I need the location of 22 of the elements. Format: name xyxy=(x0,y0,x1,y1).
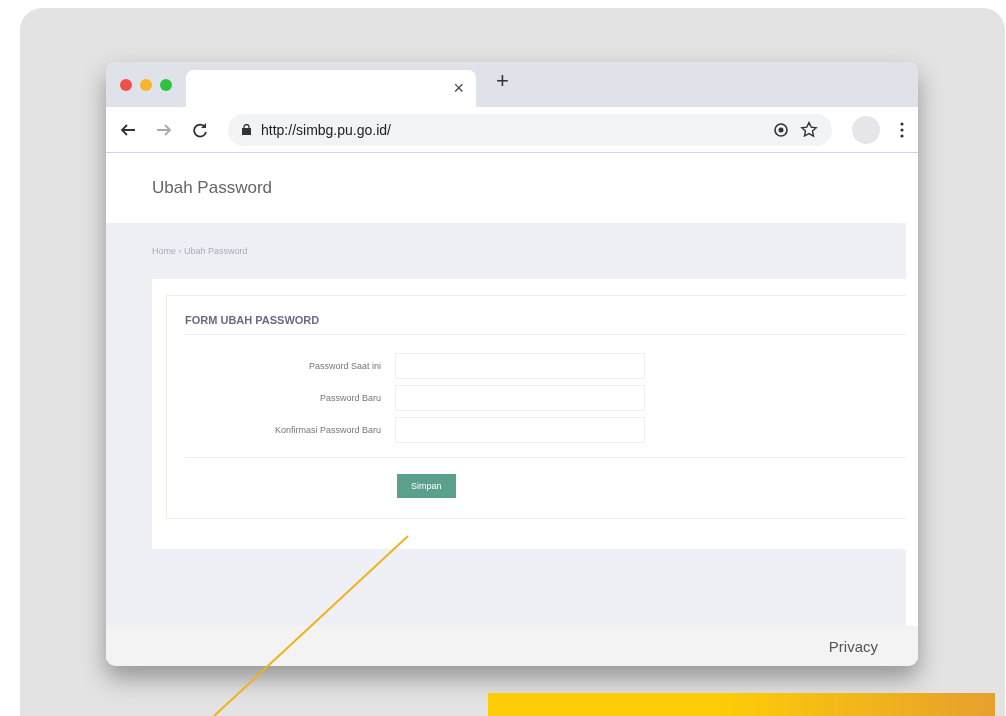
back-icon[interactable] xyxy=(120,121,136,138)
address-bar[interactable]: http://simbg.pu.go.id/ xyxy=(228,113,832,146)
forward-icon[interactable] xyxy=(156,121,172,138)
lock-icon xyxy=(242,124,251,135)
field-label: Konfirmasi Password Baru xyxy=(273,425,381,435)
reload-icon[interactable] xyxy=(192,121,208,138)
profile-avatar[interactable] xyxy=(852,115,880,144)
minimize-window-icon[interactable] xyxy=(140,78,152,91)
url-text: http://simbg.pu.go.id/ xyxy=(261,121,391,138)
new-tab-button[interactable]: + xyxy=(496,67,509,94)
close-window-icon[interactable] xyxy=(120,78,132,91)
field-label: Password Baru xyxy=(318,393,381,403)
browser-tab[interactable]: × xyxy=(186,70,476,107)
maximize-window-icon[interactable] xyxy=(160,78,172,91)
page-title: Ubah Password xyxy=(152,178,272,198)
form-title: FORM UBAH PASSWORD xyxy=(185,296,906,335)
location-icon[interactable] xyxy=(772,120,790,139)
footer-link[interactable]: Privacy xyxy=(828,637,878,655)
star-icon[interactable] xyxy=(800,120,818,139)
menu-icon[interactable] xyxy=(900,121,904,138)
field-label: Password Saat ini xyxy=(307,361,381,371)
tab-close-button[interactable]: × xyxy=(453,78,464,99)
